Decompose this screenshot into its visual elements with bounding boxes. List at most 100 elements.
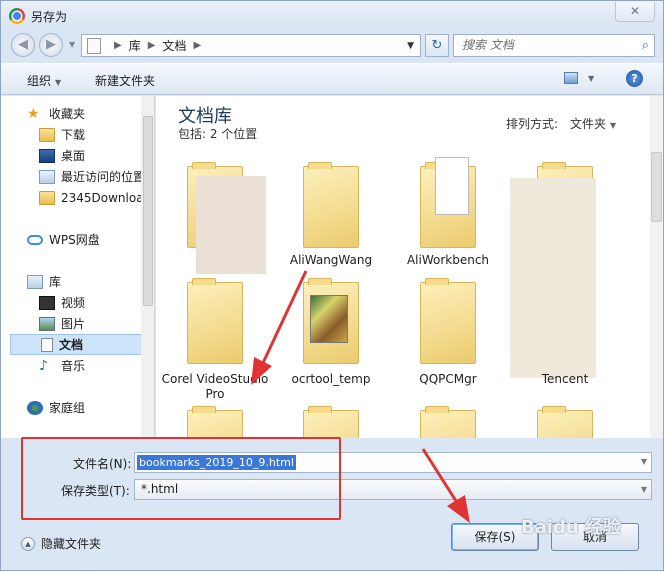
folder-label: Corel VideoStudio Pro <box>161 372 269 401</box>
sort-label: 排列方式: <box>506 117 559 131</box>
folder-label: AliWangWang <box>289 253 373 267</box>
organize-label: 组织 <box>27 74 52 88</box>
sort-value: 文件夹 <box>570 117 607 131</box>
refresh-button[interactable]: ↻ <box>425 34 449 57</box>
chevron-right-icon[interactable]: ▶ <box>114 40 122 51</box>
folder-icon <box>187 278 243 364</box>
folder-label: QQPCMgr <box>419 372 477 386</box>
sidebar-item-music[interactable]: ♪ 音乐 <box>39 355 154 376</box>
sidebar-item-pictures[interactable]: 图片 <box>39 313 154 334</box>
sidebar-item-label: 视频 <box>61 296 86 310</box>
library-subtitle[interactable]: 包括: 2 个位置 <box>178 125 257 142</box>
filename-dropdown-icon[interactable]: ▼ <box>641 457 647 466</box>
save-as-dialog: 另存为 ✕ ◀ ▶ ▼ ▶ 库 ▶ 文档 ▶ ▼ ↻ 搜索 文档 ⌕ 组织 ▼ 新… <box>0 0 664 571</box>
folder-item[interactable] <box>393 406 503 438</box>
breadcrumb-documents[interactable]: 文档 <box>162 37 186 54</box>
folder-item[interactable] <box>276 406 386 438</box>
desktop-icon <box>39 148 55 163</box>
help-button[interactable]: ? <box>626 70 643 87</box>
folder-item[interactable]: Corel VideoStudio Pro <box>160 274 270 401</box>
folder-label: AliWorkbench <box>406 253 490 267</box>
sidebar-item-videos[interactable]: 视频 <box>39 292 154 313</box>
sidebar-item-label: 文档 <box>59 338 84 352</box>
hide-folders-toggle[interactable]: ▲ 隐藏文件夹 <box>21 535 101 552</box>
window-title: 另存为 <box>31 10 68 24</box>
organize-button[interactable]: 组织 ▼ <box>27 72 61 89</box>
address-bar[interactable]: ▶ 库 ▶ 文档 ▶ ▼ <box>81 34 421 57</box>
back-button[interactable]: ◀ <box>11 33 35 57</box>
search-icon[interactable]: ⌕ <box>642 35 649 56</box>
sidebar-item-label: 库 <box>49 275 62 289</box>
folder-item[interactable]: ocrtool_temp <box>276 274 386 394</box>
sidebar-scrollbar-thumb[interactable] <box>143 116 153 306</box>
folder-item[interactable]: AliWangWang <box>276 154 386 269</box>
sidebar-item-label: 家庭组 <box>49 401 86 415</box>
folder-icon <box>303 406 359 438</box>
sidebar-item-label: 收藏夹 <box>49 107 86 121</box>
folder-icon <box>303 278 359 364</box>
view-dropdown-icon[interactable]: ▼ <box>588 74 594 83</box>
file-list-pane: 文档库 包括: 2 个位置 排列方式: 文件夹 ▼ AliWangWang Ali… <box>156 96 663 438</box>
sidebar-item-wps-cloud[interactable]: WPS网盘 <box>27 229 154 250</box>
homegroup-icon <box>27 400 43 415</box>
view-options-icon[interactable] <box>564 72 578 84</box>
file-list-scrollbar[interactable] <box>650 96 663 438</box>
sidebar-item-label: 音乐 <box>61 359 86 373</box>
sidebar-item-documents[interactable]: 文档 <box>10 334 143 355</box>
documents-icon <box>41 337 53 352</box>
toolbar: 组织 ▼ 新建文件夹 ▼ ? <box>1 63 663 95</box>
sidebar-item-desktop[interactable]: 桌面 <box>39 145 154 166</box>
title-bar: 另存为 ✕ <box>1 1 663 31</box>
watermark: Baidu 经验 <box>521 517 622 538</box>
search-placeholder: 搜索 文档 <box>462 38 514 52</box>
annotation-highlight-box <box>21 437 341 520</box>
chrome-icon <box>9 8 25 24</box>
breadcrumb-library[interactable]: 库 <box>129 37 141 54</box>
folder-icon <box>537 406 593 438</box>
forward-button[interactable]: ▶ <box>39 33 63 57</box>
filetype-dropdown-icon[interactable]: ▼ <box>641 480 647 499</box>
sidebar-item-favorites[interactable]: ★ 收藏夹 <box>27 103 154 124</box>
close-button[interactable]: ✕ <box>615 2 655 22</box>
video-icon <box>39 295 55 310</box>
folder-icon <box>303 162 359 248</box>
recent-places-icon <box>39 169 55 184</box>
music-icon: ♪ <box>39 357 48 374</box>
folder-item[interactable] <box>160 154 270 274</box>
location-icon <box>87 37 101 54</box>
folder-item[interactable]: QQPCMgr <box>393 274 503 394</box>
search-input[interactable]: 搜索 文档 ⌕ <box>453 34 655 57</box>
sidebar-item-recent[interactable]: 最近访问的位置 <box>39 166 154 187</box>
folder-item[interactable] <box>510 406 620 438</box>
sort-dropdown[interactable]: 文件夹 ▼ <box>570 115 616 132</box>
address-dropdown-icon[interactable]: ▼ <box>407 41 414 51</box>
sidebar-item-2345downloads[interactable]: 2345Downloads <box>39 187 154 208</box>
chevron-down-icon: ▼ <box>55 78 62 87</box>
folder-icon <box>420 406 476 438</box>
new-folder-button[interactable]: 新建文件夹 <box>95 72 155 89</box>
sidebar-item-label: 图片 <box>61 317 86 331</box>
sidebar-item-label: WPS网盘 <box>49 233 100 247</box>
sidebar-item-libraries[interactable]: 库 <box>27 271 154 292</box>
sidebar-item-homegroup[interactable]: 家庭组 <box>27 397 154 418</box>
file-list-scrollbar-thumb[interactable] <box>651 152 662 222</box>
sidebar-item-downloads[interactable]: 下载 <box>39 124 154 145</box>
cloud-icon <box>27 234 43 245</box>
folder-item[interactable] <box>510 154 620 378</box>
recent-pages-dropdown-icon[interactable]: ▼ <box>69 40 75 49</box>
folder-item[interactable]: Tencent <box>510 274 620 394</box>
hide-folders-label: 隐藏文件夹 <box>41 537 102 551</box>
folder-icon <box>187 406 243 438</box>
folder-item[interactable]: AliWorkbench <box>393 154 503 269</box>
folder-icon <box>39 190 55 205</box>
folder-item[interactable] <box>160 406 270 438</box>
download-folder-icon <box>39 127 55 142</box>
sidebar-item-label: 下载 <box>61 128 86 142</box>
chevron-right-icon[interactable]: ▶ <box>148 40 156 51</box>
sidebar-item-label: 最近访问的位置 <box>61 170 146 184</box>
chevron-right-icon[interactable]: ▶ <box>193 40 201 51</box>
library-icon <box>27 274 43 289</box>
navigation-bar: ◀ ▶ ▼ ▶ 库 ▶ 文档 ▶ ▼ ↻ 搜索 文档 ⌕ <box>1 31 663 61</box>
sidebar-item-label: 桌面 <box>61 149 86 163</box>
chevron-up-icon: ▲ <box>21 536 35 551</box>
